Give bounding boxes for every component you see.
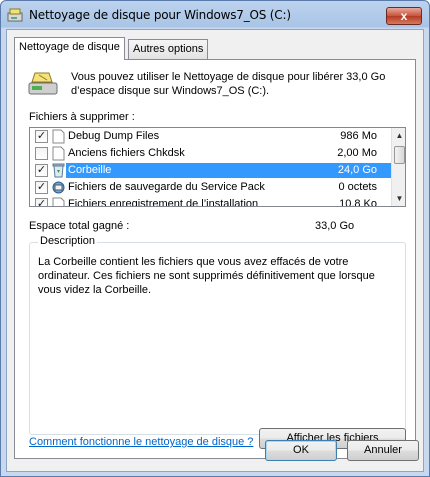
tab-panel: Vous pouvez utiliser le Nettoyage de dis… [14, 59, 416, 459]
list-item[interactable]: ✓ Fichiers enregistrement de l’installat… [30, 196, 391, 207]
total-gain-value: 33,0 Go [315, 220, 355, 232]
total-gain-label: Espace total gagné : [29, 220, 130, 232]
help-link[interactable]: Comment fonctionne le nettoyage de disqu… [29, 436, 253, 448]
ok-button[interactable]: OK [265, 440, 337, 461]
scroll-down-icon[interactable]: ▼ [392, 191, 405, 206]
list-item-size: 2,00 Mo [337, 147, 377, 159]
service-pack-icon [52, 181, 65, 194]
close-button[interactable]: x [386, 7, 422, 25]
description-group: Description La Corbeille contient les fi… [29, 235, 406, 449]
list-item-size: 10,8 Ko [339, 198, 377, 207]
files-to-delete-label: Fichiers à supprimer : [29, 111, 135, 123]
file-icon [52, 146, 65, 161]
list-item-size: 986 Mo [340, 130, 377, 142]
file-icon [52, 197, 65, 206]
file-icon [52, 129, 65, 144]
list-item-size: 24,0 Go [278, 163, 391, 178]
scroll-up-icon[interactable]: ▲ [392, 128, 405, 143]
vertical-scrollbar[interactable]: ▲ ▼ [391, 128, 405, 206]
scroll-thumb[interactable] [394, 146, 405, 164]
list-item[interactable]: ✓ Fichiers de sauvegarde du Service Pack… [30, 179, 391, 196]
list-item[interactable]: ✓ Corbeille 24,0 Go [30, 162, 391, 179]
window-title: Nettoyage de disque pour Windows7_OS (C:… [29, 8, 291, 22]
tab-disk-cleanup[interactable]: Nettoyage de disque [14, 37, 125, 60]
recycle-bin-icon [52, 163, 65, 178]
title-bar[interactable]: Nettoyage de disque pour Windows7_OS (C:… [1, 1, 429, 29]
cancel-button[interactable]: Annuler [347, 440, 419, 461]
list-item[interactable]: Anciens fichiers Chkdsk 2,00 Mo [30, 145, 391, 162]
files-list[interactable]: ✓ Debug Dump Files 986 Mo Anciens fichie… [29, 127, 406, 207]
dialog-body: Nettoyage de disque Autres options Vous … [6, 29, 424, 472]
list-item-label: Fichiers de sauvegarde du Service Pack [68, 181, 265, 193]
description-title: Description [38, 235, 98, 247]
checkbox[interactable]: ✓ [35, 130, 48, 143]
tab-more-options[interactable]: Autres options [128, 39, 209, 59]
list-item-label: Anciens fichiers Chkdsk [68, 147, 185, 159]
description-text: La Corbeille contient les fichiers que v… [38, 256, 375, 296]
checkbox[interactable] [35, 147, 48, 160]
close-icon: x [400, 9, 408, 23]
checkbox[interactable]: ✓ [35, 181, 48, 194]
disk-cleanup-icon [7, 8, 23, 22]
checkbox[interactable]: ✓ [35, 198, 48, 206]
list-item-label: Fichiers enregistrement de l’installatio… [68, 198, 259, 207]
list-item[interactable]: ✓ Debug Dump Files 986 Mo [30, 128, 391, 145]
list-item-label: Corbeille [66, 163, 314, 178]
intro-text: Vous pouvez utiliser le Nettoyage de dis… [71, 71, 386, 97]
disk-cleanup-window: Nettoyage de disque pour Windows7_OS (C:… [0, 0, 430, 477]
checkbox[interactable]: ✓ [35, 164, 48, 177]
disk-cleanup-icon [28, 72, 58, 95]
list-item-size: 0 octets [338, 181, 377, 193]
list-item-label: Debug Dump Files [68, 130, 160, 142]
